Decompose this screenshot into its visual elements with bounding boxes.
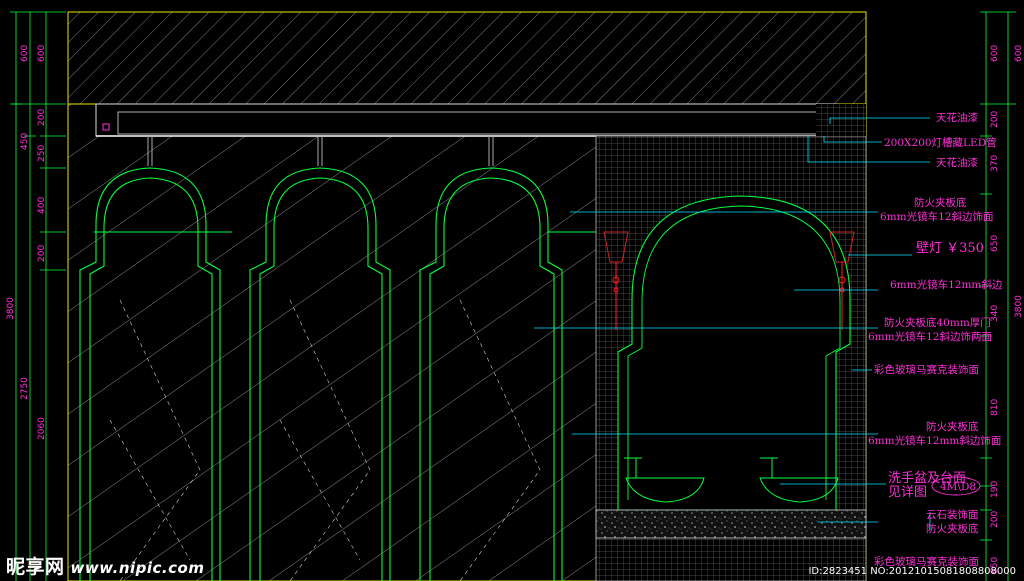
ann-plywood-3: 防火夹板底 bbox=[926, 522, 979, 535]
dim-right-inner-600: 600 bbox=[990, 45, 1000, 62]
elevation-svg: 天花油漆 200X200灯槽藏LED管 天花油漆 防火夹板底 6mm光镜车12斜… bbox=[6, 11, 1024, 581]
dim-right-inner-190: 190 bbox=[990, 481, 1000, 498]
dim-right-inner-200: 200 bbox=[990, 511, 1000, 528]
ann-plywood-1: 防火夹板底 bbox=[914, 196, 967, 209]
image-id-label: ID:2823451 NO:20121015081808808000 bbox=[808, 566, 1016, 577]
right-dimension-text: 600 600 200 370 650 3800 340 810 190 200… bbox=[990, 45, 1024, 574]
dim-right-outer-600: 600 bbox=[1014, 45, 1024, 62]
dim-right-inner-810: 810 bbox=[990, 399, 1000, 416]
dim-left-inner-600: 600 bbox=[37, 45, 47, 62]
ann-ceiling-paint-1: 天花油漆 bbox=[936, 111, 978, 124]
ann-marble: 云石装饰面 bbox=[926, 508, 979, 521]
detail-tag: 4M\D8 bbox=[940, 481, 976, 493]
dim-right-inner-370: 370 bbox=[990, 155, 1000, 172]
watermark-url: www.nipic.com bbox=[70, 559, 205, 577]
dim-left-outer-3800: 3800 bbox=[6, 297, 16, 320]
ann-mirror-1: 6mm光镜车12斜边饰面 bbox=[880, 210, 993, 223]
ann-mirror-bevel: 6mm光镜车12mm斜边 bbox=[890, 278, 1003, 291]
ceiling-slab bbox=[67, 11, 867, 105]
ann-door-plywood: 防火夹板底40mm厚门 bbox=[884, 316, 991, 329]
dim-left-inner-400: 400 bbox=[37, 197, 47, 214]
ann-mirror-2: 6mm光镜车12mm斜边饰面 bbox=[868, 434, 1001, 447]
dim-left-outer-600: 600 bbox=[20, 45, 30, 62]
ann-mosaic-1: 彩色玻璃马赛克装饰面 bbox=[874, 363, 979, 376]
annotations: 天花油漆 200X200灯槽藏LED管 天花油漆 防火夹板底 6mm光镜车12斜… bbox=[868, 111, 1003, 568]
watermark: 昵享网 www.nipic.com bbox=[6, 552, 204, 579]
dim-right-inner-340: 340 bbox=[990, 305, 1000, 322]
dim-right-outer-3800: 3800 bbox=[1014, 295, 1024, 318]
dim-right-inner-650: 650 bbox=[990, 235, 1000, 252]
ann-ceiling-paint-2: 天花油漆 bbox=[936, 156, 978, 169]
dim-left-mid-450: 450 bbox=[20, 133, 30, 150]
dim-left-inner-200: 200 bbox=[37, 109, 47, 126]
ann-mirror-both: 6mm光镜车12斜边饰两面 bbox=[868, 330, 992, 343]
cad-elevation-drawing: 天花油漆 200X200灯槽藏LED管 天花油漆 防火夹板底 6mm光镜车12斜… bbox=[0, 0, 1024, 581]
watermark-logo: 昵享网 bbox=[6, 556, 65, 578]
dim-left-inner-250: 250 bbox=[37, 145, 47, 162]
ann-see-detail: 见详图 bbox=[888, 485, 927, 500]
mirror-niche bbox=[617, 195, 851, 511]
left-dimension-lines bbox=[10, 11, 66, 581]
dim-left-inner-200b: 200 bbox=[37, 245, 47, 262]
ann-plywood-2: 防火夹板底 bbox=[926, 420, 979, 433]
dim-right-inner-200: 200 bbox=[990, 111, 1000, 128]
dim-left-inner-2060: 2060 bbox=[37, 417, 47, 440]
dim-left-mid-2750: 2750 bbox=[20, 377, 30, 400]
mosaic-wall bbox=[595, 104, 867, 581]
ann-wall-lamp: 壁灯 ￥350 bbox=[916, 241, 984, 256]
light-trough bbox=[95, 103, 837, 137]
ann-led-trough: 200X200灯槽藏LED管 bbox=[884, 136, 997, 149]
marble-countertop bbox=[595, 509, 867, 539]
